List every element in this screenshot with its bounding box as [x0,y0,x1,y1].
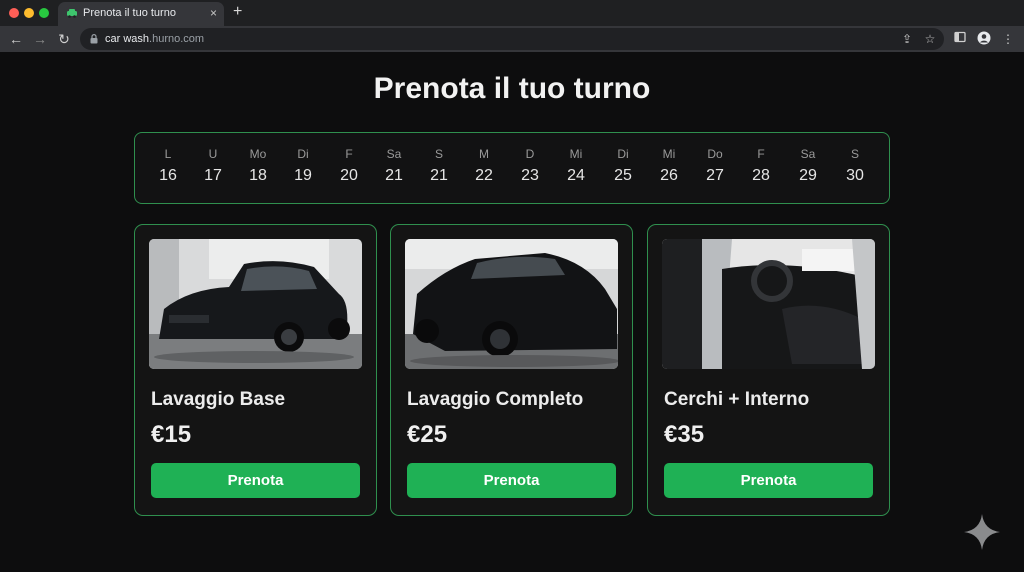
car-photo [149,239,362,369]
day-name: S [434,147,443,161]
day-cell[interactable]: Mo 18 [238,147,278,185]
service-price: €15 [151,421,192,448]
minimize-window-button[interactable] [24,8,34,18]
day-name: Di [297,147,309,161]
book-button[interactable]: Prenota [664,463,873,498]
day-name: F [345,147,353,161]
day-number: 17 [204,167,222,184]
day-name: Sa [386,147,402,161]
page-title: Prenota il tuo turno [373,72,651,105]
bookmark-star-icon[interactable]: ☆ [923,32,937,46]
car-favicon-icon [67,9,77,18]
day-cell[interactable]: S 21 [419,147,459,185]
day-name: Mi [569,147,583,161]
day-cell[interactable]: U 17 [193,147,233,185]
maximize-window-button[interactable] [39,8,49,18]
day-cell[interactable]: Di 25 [603,147,643,185]
day-name: D [525,147,535,161]
day-name: Do [707,147,723,161]
day-number: 21 [385,167,403,184]
day-name: Mi [662,147,676,161]
day-number: 24 [567,167,585,184]
service-name: Lavaggio Base [151,389,286,410]
service-name: Lavaggio Completo [407,389,584,410]
service-name: Cerchi + Interno [664,389,810,410]
share-icon[interactable]: ⇪ [900,32,914,46]
day-cell[interactable]: Sa 29 [788,147,828,185]
day-number: 16 [159,167,177,184]
day-cell[interactable]: M 22 [464,147,504,185]
day-cell[interactable]: Sa 21 [374,147,414,185]
back-arrow-icon[interactable]: ← [6,29,26,49]
day-number: 19 [294,167,312,184]
tab-title: Prenota il tuo turno [83,7,176,19]
book-button[interactable]: Prenota [407,463,616,498]
day-cell[interactable]: L 16 [148,147,188,185]
page-content: Prenota il tuo turno L 16 U 17 Mo 18 Di 19 F… [0,52,1024,572]
browser-tab[interactable]: Prenota il tuo turno × [58,2,224,26]
tab-close-icon[interactable]: × [210,5,217,21]
day-number: 18 [249,167,267,184]
day-number: 20 [340,167,358,184]
day-name: S [850,147,859,161]
day-name: F [757,147,765,161]
day-number: 30 [846,167,864,184]
date-picker: L 16 U 17 Mo 18 Di 19 F 20 Sa 21 S 21 M 22 D 23 M… [134,132,890,204]
sparkle-icon [964,514,1000,550]
day-cell[interactable]: Di 19 [283,147,323,185]
day-number: 27 [706,167,724,184]
reload-icon[interactable]: ↻ [54,29,74,49]
day-name: M [479,147,489,161]
day-number: 22 [475,167,493,184]
service-price: €35 [664,421,705,448]
side-panel-icon[interactable] [952,31,968,47]
profile-avatar-icon[interactable] [976,31,992,47]
address-bar[interactable]: car wash.hurno.com ⇪ ☆ [80,28,944,50]
service-card-lavaggio-completo: Lavaggio Completo €25 Prenota [390,224,633,516]
day-number: 28 [752,167,770,184]
new-tab-button[interactable]: + [233,3,242,21]
day-cell[interactable]: S 30 [835,147,875,185]
day-name: Di [617,147,629,161]
book-button[interactable]: Prenota [151,463,360,498]
forward-arrow-icon[interactable]: → [30,29,50,49]
service-card-lavaggio-base: Lavaggio Base €15 Prenota [134,224,377,516]
browser-tab-bar: Prenota il tuo turno × + [0,0,1024,26]
day-cell[interactable]: Do 27 [695,147,735,185]
day-number: 29 [799,167,817,184]
day-cell[interactable]: F 20 [329,147,369,185]
day-name: U [208,147,218,161]
url-text: car wash.hurno.com [105,33,205,45]
day-number: 23 [521,167,539,184]
close-window-button[interactable] [9,8,19,18]
day-cell[interactable]: F 28 [741,147,781,185]
day-number: 21 [430,167,448,184]
day-name: L [164,147,172,161]
day-cell[interactable]: Mi 26 [649,147,689,185]
day-name: Sa [800,147,816,161]
lock-icon [90,34,98,44]
day-cell[interactable]: D 23 [510,147,550,185]
day-number: 25 [614,167,632,184]
day-name: Mo [249,147,267,161]
day-cell[interactable]: Mi 24 [556,147,596,185]
browser-toolbar: ← → ↻ car wash.hurno.com ⇪ ☆ ⋮ [0,26,1024,52]
day-number: 26 [660,167,678,184]
car-interior-photo [662,239,875,369]
more-menu-icon[interactable]: ⋮ [1000,31,1016,47]
service-card-cerchi-interno: Cerchi + Interno €35 Prenota [647,224,890,516]
service-price: €25 [407,421,448,448]
car-photo [405,239,618,369]
